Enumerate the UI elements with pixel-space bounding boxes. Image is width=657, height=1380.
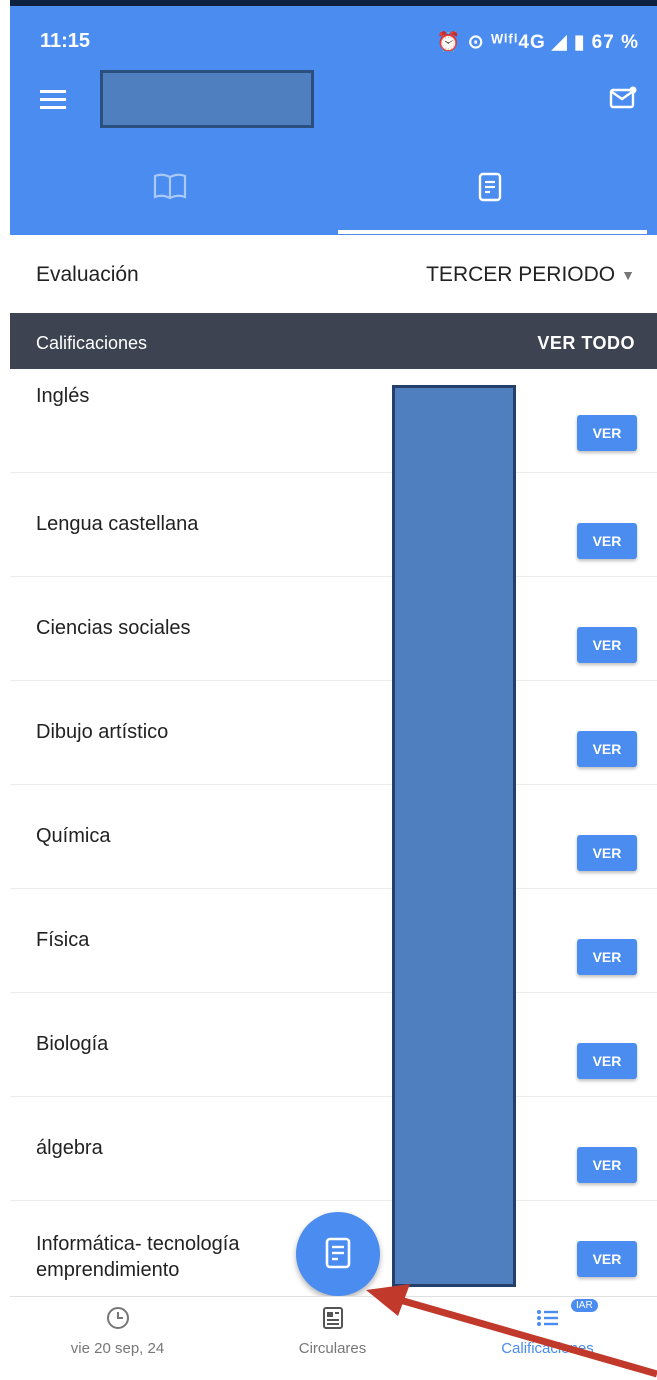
view-subject-button[interactable]: VER [577,627,637,663]
nav-item-calificaciones[interactable]: IAR Calificaciones [440,1299,655,1357]
nav-label: vie 20 sep, 24 [70,1340,165,1357]
status-icons: ⏰ ⊙ ᵂⁱᶠⁱ4G ◢ ▮ 67 % [436,32,639,53]
status-time: 11:15 [40,30,91,52]
subject-name: Biología [36,1033,109,1055]
evaluation-row: Evaluación TERCER PERIODO ▼ [10,235,657,314]
list-item: álgebra VER [10,1097,657,1201]
menu-icon[interactable] [40,90,66,110]
nav-label: Circulares [298,1340,367,1357]
book-open-icon [153,173,187,200]
newspaper-icon [322,1307,343,1329]
floating-action-button[interactable] [296,1212,380,1296]
section-title: Calificaciones [36,333,148,353]
view-subject-button[interactable]: VER [577,1241,637,1277]
view-subject-button[interactable]: VER [577,731,637,767]
app-screen: 11:15 ⏰ ⊙ ᵂⁱᶠⁱ4G ◢ ▮ 67 % Evaluación TER… [0,0,657,1380]
list-item: Química VER [10,785,657,889]
top-edge [10,0,657,6]
mail-notification-icon[interactable] [609,86,637,115]
subject-name: Informática- tecnología emprendimiento [36,1233,240,1281]
evaluation-label: Evaluación [36,263,139,286]
tab-grades[interactable] [330,150,650,234]
nav-item-date[interactable]: vie 20 sep, 24 [10,1305,225,1357]
subject-name: Física [36,929,90,951]
subject-list: Inglés VER Lengua castellana VER Ciencia… [10,369,657,1293]
nav-item-circulares[interactable]: Circulares [225,1305,440,1357]
list-item: Dibujo artístico VER [10,681,657,785]
redacted-title-block [100,70,314,128]
list-item: Inglés VER [10,369,657,473]
view-subject-button[interactable]: VER [577,939,637,975]
view-subject-button[interactable]: VER [577,1147,637,1183]
view-subject-button[interactable]: VER [577,523,637,559]
grades-section-header: Calificaciones VER TODO [10,313,657,369]
view-subject-button[interactable]: VER [577,415,637,451]
clock-icon [106,1307,129,1329]
list-item: Ciencias sociales VER [10,577,657,681]
view-subject-button[interactable]: VER [577,835,637,871]
list-icon [536,1310,558,1326]
subject-name: Dibujo artístico [36,721,169,743]
subject-name: álgebra [36,1137,103,1159]
list-item: Biología VER [10,993,657,1097]
list-item: Lengua castellana VER [10,473,657,577]
subject-name: Inglés [36,385,90,407]
period-select-value: TERCER PERIODO [426,263,616,286]
subject-name: Lengua castellana [36,513,199,535]
subject-name: Ciencias sociales [36,617,191,639]
document-icon [325,1237,351,1269]
bottom-navigation: vie 20 sep, 24 Circulares IAR Calificaci… [10,1296,657,1380]
redacted-grades-column [392,385,516,1287]
period-select[interactable]: TERCER PERIODO ▼ [426,263,635,287]
subject-name: Química [36,825,111,847]
app-header: 11:15 ⏰ ⊙ ᵂⁱᶠⁱ4G ◢ ▮ 67 % [10,0,657,235]
document-icon [478,172,502,202]
active-tab-indicator [338,230,647,234]
view-all-button[interactable]: VER TODO [537,333,635,354]
view-subject-button[interactable]: VER [577,1043,637,1079]
nav-label: Calificaciones [501,1340,594,1357]
list-item: Física VER [10,889,657,993]
caret-down-icon: ▼ [621,267,635,284]
tab-books[interactable] [10,150,330,234]
nav-badge: IAR [571,1299,598,1312]
